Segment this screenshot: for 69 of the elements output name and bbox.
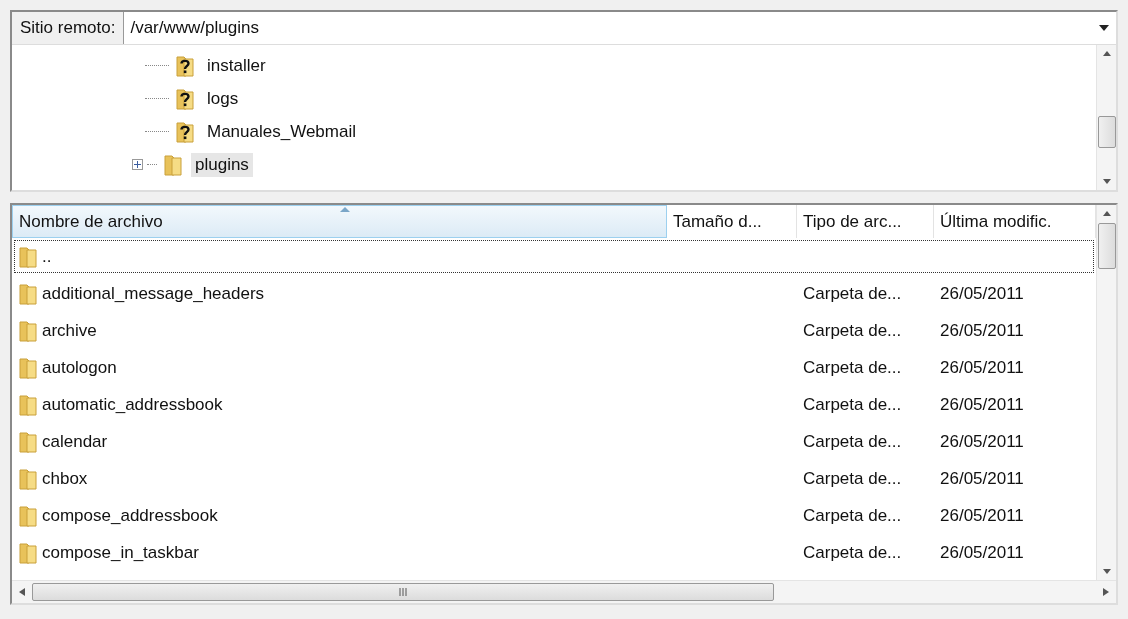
folder-icon (18, 503, 38, 528)
folder-icon (163, 152, 183, 177)
file-type: Carpeta de... (803, 431, 902, 452)
folder-icon (18, 318, 38, 343)
sort-ascending-icon (339, 207, 350, 212)
file-name: automatic_addressbook (42, 394, 223, 415)
modified-date: 26/05/2011 (940, 320, 1024, 341)
unknown-folder-icon (175, 119, 195, 144)
column-header[interactable]: Nombre de archivo (12, 205, 667, 238)
file-row[interactable]: automatic_addressbook Carpeta de... 26/05/2011 (12, 386, 1096, 423)
modified-date: 26/05/2011 (940, 542, 1024, 563)
modified-date: 26/05/2011 (940, 357, 1024, 378)
down-arrow-icon[interactable] (1101, 568, 1112, 576)
unknown-folder-icon (175, 86, 195, 111)
folder-icon (18, 466, 38, 491)
remote-site-label: Sitio remoto: (12, 12, 125, 44)
folder-icon (18, 429, 38, 454)
file-row[interactable]: .. (12, 238, 1096, 275)
vertical-scrollbar[interactable] (1096, 45, 1116, 190)
file-name: archive (42, 320, 97, 341)
tree-item[interactable]: logs (203, 86, 243, 111)
up-arrow-icon[interactable] (1101, 209, 1112, 217)
file-type: Carpeta de... (803, 505, 902, 526)
file-row[interactable]: chbox Carpeta de... 26/05/2011 (12, 460, 1096, 497)
vertical-scrollbar[interactable] (1096, 205, 1116, 580)
scroll-thumb[interactable] (32, 583, 774, 601)
tree-item[interactable]: installer (203, 53, 270, 78)
left-arrow-icon[interactable] (18, 587, 26, 597)
expand-icon[interactable] (132, 159, 143, 170)
modified-date: 26/05/2011 (940, 283, 1024, 304)
modified-date: 26/05/2011 (940, 505, 1024, 526)
file-row[interactable]: autologon Carpeta de... 26/05/2011 (12, 349, 1096, 386)
file-type: Carpeta de... (803, 320, 902, 341)
grip-icon (398, 588, 408, 596)
up-arrow-icon[interactable] (1101, 49, 1112, 57)
file-name: additional_message_headers (42, 283, 265, 304)
folder-icon (18, 281, 38, 306)
dropdown-caret-icon[interactable] (1098, 24, 1110, 32)
scroll-thumb[interactable] (1097, 223, 1116, 269)
file-row[interactable]: compose_in_taskbar Carpeta de... 26/05/2011 (12, 534, 1096, 571)
file-type: Carpeta de... (803, 394, 902, 415)
file-name: chbox (42, 468, 88, 489)
scroll-thumb[interactable] (1097, 116, 1116, 148)
right-arrow-icon[interactable] (1102, 587, 1110, 597)
tree-item[interactable]: Manuales_Webmail (203, 119, 360, 144)
down-arrow-icon[interactable] (1101, 178, 1112, 186)
folder-icon (18, 244, 38, 269)
modified-date: 26/05/2011 (940, 468, 1024, 489)
folder-icon (18, 540, 38, 565)
file-name: autologon (42, 357, 117, 378)
file-name: .. (42, 246, 52, 267)
tree-item[interactable]: plugins (191, 152, 253, 177)
modified-date: 26/05/2011 (940, 394, 1024, 415)
file-row[interactable]: calendar Carpeta de... 26/05/2011 (12, 423, 1096, 460)
file-type: Carpeta de... (803, 283, 902, 304)
file-row[interactable]: archive Carpeta de... 26/05/2011 (12, 312, 1096, 349)
file-row[interactable]: additional_message_headers Carpeta de... 26/05/2011 (12, 275, 1096, 312)
file-row[interactable]: compose_addressbook Carpeta de... 26/05/2011 (12, 497, 1096, 534)
folder-icon (18, 355, 38, 380)
file-name: compose_addressbook (42, 505, 218, 526)
file-type: Carpeta de... (803, 357, 902, 378)
file-name: compose_in_taskbar (42, 542, 199, 563)
horizontal-scrollbar[interactable] (12, 580, 1116, 603)
folder-icon (18, 392, 38, 417)
file-type: Carpeta de... (803, 542, 902, 563)
modified-date: 26/05/2011 (940, 431, 1024, 452)
file-name: calendar (42, 431, 108, 452)
unknown-folder-icon (175, 53, 195, 78)
file-type: Carpeta de... (803, 468, 902, 489)
